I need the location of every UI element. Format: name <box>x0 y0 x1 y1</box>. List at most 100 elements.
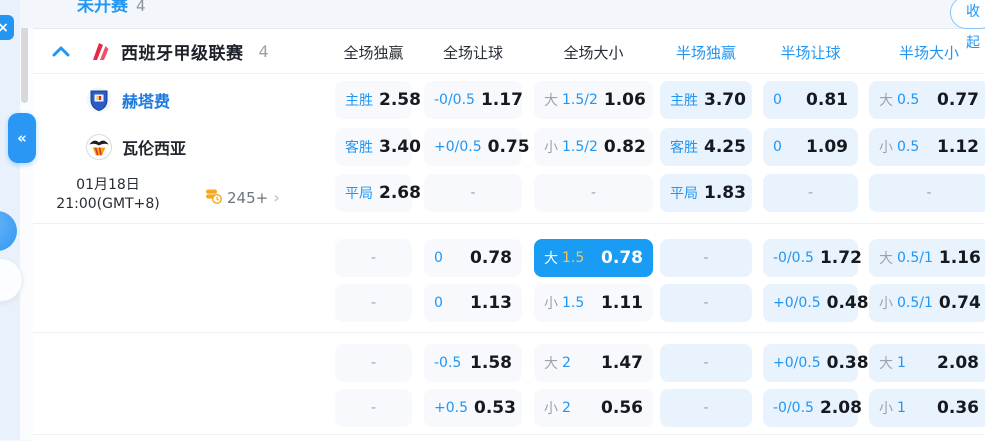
odds-label: 主胜 <box>345 93 373 109</box>
odds-cell[interactable]: 大 1.5/2 1.06 <box>534 81 653 119</box>
more-markets-link[interactable]: 245+ › <box>205 186 280 210</box>
odds-cell[interactable]: 大 1 2.08 <box>869 344 985 382</box>
odds-value: 1.12 <box>937 137 979 157</box>
over-under-prefix: 大 <box>544 356 558 372</box>
group-divider <box>33 434 985 435</box>
empty-odds-placeholder: - <box>703 400 709 416</box>
over-under-prefix: 大 <box>879 251 893 267</box>
chevron-right-icon: › <box>273 188 280 207</box>
odds-label: +0/0.5 <box>434 139 482 155</box>
home-team-row[interactable]: 赫塔费 <box>86 81 170 119</box>
odds-cell[interactable]: -0/0.5 1.17 <box>424 81 523 119</box>
odds-cell[interactable]: 0 1.13 <box>424 284 522 322</box>
empty-odds-placeholder: - <box>807 185 814 201</box>
odds-value: 0.48 <box>826 293 869 313</box>
empty-odds-placeholder: - <box>370 295 377 311</box>
odds-cell[interactable]: 0 0.78 <box>424 239 522 277</box>
empty-odds-placeholder: - <box>470 185 476 201</box>
odds-value: 0.78 <box>470 248 512 268</box>
over-under-prefix: 大 <box>879 356 893 372</box>
odds-value: 2.58 <box>379 90 421 110</box>
odds-label: 1.5/2 <box>562 139 598 155</box>
odds-label: 0 <box>773 139 782 155</box>
odds-value: 0.53 <box>474 398 516 418</box>
away-team-row[interactable]: 瓦伦西亚 <box>86 128 186 166</box>
over-under-prefix: 小 <box>879 296 893 312</box>
league-header: 西班牙甲级联赛 4 <box>48 29 269 73</box>
odds-cell[interactable]: +0/0.5 0.48 <box>763 284 869 322</box>
odds-cell[interactable]: 主胜 2.58 <box>335 81 421 119</box>
odds-cell[interactable]: 客胜 4.25 <box>660 128 752 166</box>
home-team-name: 赫塔费 <box>122 92 171 111</box>
odds-label: 客胜 <box>670 140 698 156</box>
odds-cell[interactable]: -0/0.5 2.08 <box>763 389 862 427</box>
status-label: 未开赛 <box>77 0 128 16</box>
odds-value: 1.58 <box>470 353 512 373</box>
markets-coin-icon <box>205 188 223 208</box>
odds-cell[interactable]: 小 1.5/2 0.82 <box>534 128 653 166</box>
odds-cell[interactable]: 大 0.5/1 1.16 <box>869 239 985 277</box>
odds-value: 1.11 <box>601 293 643 313</box>
odds-cell[interactable]: 主胜 3.70 <box>660 81 752 119</box>
chevron-up-icon[interactable] <box>48 38 74 64</box>
odds-value: 2.08 <box>819 398 862 418</box>
odds-cell[interactable]: 小 1 0.36 <box>869 389 985 427</box>
odds-label: +0.5 <box>434 400 468 416</box>
empty-odds-placeholder: - <box>370 400 377 416</box>
odds-value: 0.38 <box>826 353 869 373</box>
away-team-name: 瓦伦西亚 <box>122 139 187 158</box>
column-header-4[interactable]: 半场独赢 <box>660 42 752 63</box>
column-header-3: 全场大小 <box>563 44 624 62</box>
odds-cell-empty: - <box>335 389 412 427</box>
odds-label: -0.5 <box>434 355 462 371</box>
group-divider <box>33 332 985 333</box>
odds-cell[interactable]: 大 2 1.47 <box>534 344 653 382</box>
odds-cell[interactable]: 小 0.5/1 0.74 <box>869 284 985 322</box>
odds-cell[interactable]: +0.5 0.53 <box>424 389 522 427</box>
over-under-prefix: 大 <box>544 251 558 267</box>
odds-cell[interactable]: +0/0.5 0.38 <box>763 344 869 382</box>
odds-cell-empty: - <box>763 174 858 212</box>
odds-cell[interactable]: 0 1.09 <box>763 128 858 166</box>
odds-cell[interactable]: 0 0.81 <box>763 81 858 119</box>
league-odds-panel: 西班牙甲级联赛 4 赫塔费 瓦伦西亚 01月18日 21:00(GMT+8) 2… <box>33 28 985 441</box>
odds-value: 1.13 <box>470 293 512 313</box>
odds-label: 0.5/1 <box>897 250 933 266</box>
top-bar: 未开赛 4 <box>20 0 985 28</box>
odds-label: 1 <box>897 355 906 371</box>
odds-cell-empty: - <box>335 284 412 322</box>
odds-cell-empty: - <box>424 174 522 212</box>
odds-value: 1.83 <box>704 183 746 203</box>
header-divider <box>33 73 985 74</box>
odds-cell[interactable]: 平局 1.83 <box>660 174 752 212</box>
odds-cell-empty: - <box>534 174 653 212</box>
odds-cell[interactable]: 平局 2.68 <box>335 174 421 212</box>
odds-value: 1.72 <box>819 248 862 268</box>
odds-cell[interactable]: 小 1.5 1.11 <box>534 284 653 322</box>
empty-odds-placeholder: - <box>703 250 709 266</box>
odds-cell-selected[interactable]: 大 1.5 0.78 <box>534 239 653 277</box>
odds-label: 0 <box>434 250 443 266</box>
collapse-sidebar-button[interactable]: « <box>8 113 36 163</box>
column-header-5[interactable]: 半场让球 <box>763 42 858 63</box>
odds-label: 0 <box>434 295 443 311</box>
odds-cell[interactable]: -0/0.5 1.72 <box>763 239 862 277</box>
odds-cell[interactable]: -0.5 1.58 <box>424 344 522 382</box>
odds-label: 1.5 <box>562 295 585 311</box>
odds-value: 2.08 <box>937 353 979 373</box>
odds-value: 1.47 <box>601 353 643 373</box>
odds-value: 0.77 <box>937 90 979 110</box>
odds-cell[interactable]: +0/0.5 0.75 <box>424 128 530 166</box>
over-under-prefix: 小 <box>879 140 893 156</box>
league-name: 西班牙甲级联赛 <box>121 43 244 64</box>
odds-cell-empty: - <box>335 239 412 277</box>
odds-cell[interactable]: 小 2 0.56 <box>534 389 653 427</box>
odds-cell[interactable]: 客胜 3.40 <box>335 128 421 166</box>
collapse-all-button[interactable]: 收起 <box>950 0 985 51</box>
odds-cell[interactable]: 大 0.5 0.77 <box>869 81 985 119</box>
odds-cell[interactable]: 小 0.5 1.12 <box>869 128 985 166</box>
odds-value: 0.36 <box>937 398 979 418</box>
match-time: 21:00(GMT+8) <box>56 196 160 212</box>
close-icon[interactable]: × <box>0 15 14 40</box>
odds-value: 0.81 <box>806 90 848 110</box>
